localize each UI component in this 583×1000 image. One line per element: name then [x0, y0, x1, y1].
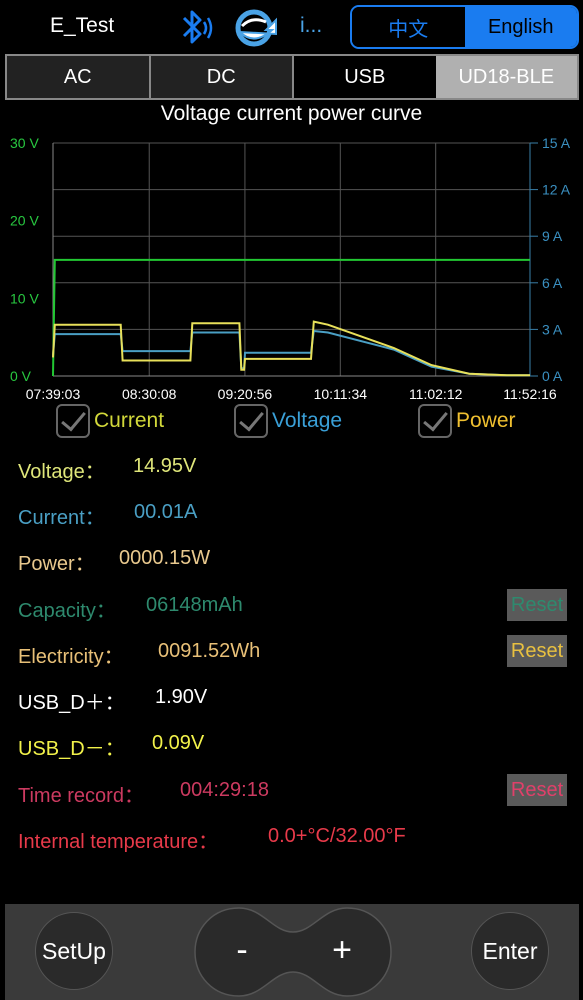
checkbox-box[interactable] [418, 404, 452, 438]
checkbox-power-label: Power [456, 409, 516, 432]
checkbox-voltage-label: Voltage [272, 409, 343, 432]
chart-title: Voltage current power curve [160, 102, 423, 125]
reading-usb-dminus: USB_D－： 0.09V [18, 732, 204, 761]
reading-internal-temperature: Internal temperature： 0.0+°C/32.00°F [18, 825, 406, 854]
electricity-reset-button[interactable]: Reset [507, 635, 567, 667]
power-label: Power： [18, 553, 95, 575]
x-tick-label: 09:20:56 [218, 386, 273, 402]
language-toggle[interactable]: 中文 English [350, 5, 579, 49]
mode-tabs: AC DC USB UD18-BLE [5, 54, 579, 100]
reading-capacity: Capacity： 06148mAh [18, 594, 243, 623]
time-record-label: Time record： [18, 785, 144, 807]
reading-usb-dplus: USB_D＋： 1.90V [18, 686, 207, 715]
checkbox-box[interactable] [56, 404, 90, 438]
x-tick-label: 08:30:08 [122, 386, 177, 402]
reading-power: Power： 0000.15W [18, 547, 210, 576]
reading-current: Current： 00.01A [18, 501, 197, 530]
checkbox-voltage[interactable]: Voltage [234, 404, 342, 438]
voltage-current-power-chart: 07:39:03 08:30:08 09:20:56 10:11:34 11:02:12… [10, 135, 571, 402]
current-label: Current： [18, 507, 105, 529]
device-name-truncated[interactable]: i... [300, 14, 322, 38]
checkbox-power[interactable]: Power [418, 404, 516, 438]
tab-usb[interactable]: USB [294, 56, 436, 98]
x-tick-label: 10:11:34 [314, 386, 368, 402]
x-tick-label: 07:39:03 [26, 386, 81, 402]
y-left-tick-label: 10 V [10, 290, 39, 306]
checkbox-box[interactable] [234, 404, 268, 438]
tab-ud18-ble[interactable]: UD18-BLE [435, 56, 577, 98]
checkbox-current-label: Current [94, 409, 165, 432]
y-left-tick-label: 0 V [10, 368, 32, 384]
tab-dc[interactable]: DC [150, 56, 294, 98]
reading-electricity: Electricity： 0091.52Wh [18, 640, 260, 669]
series-line-current [52, 329, 530, 377]
x-tick-label: 11:02:12 [409, 386, 463, 402]
lang-english-button[interactable]: English [464, 7, 577, 47]
reading-voltage: Voltage： 14.95V [18, 455, 196, 484]
capacity-reset-button[interactable]: Reset [507, 589, 567, 621]
refresh-icon[interactable] [232, 6, 280, 50]
minus-button[interactable]: - [222, 928, 262, 972]
capacity-value: 06148mAh [146, 594, 243, 616]
reading-time-record: Time record： 004:29:18 [18, 779, 269, 808]
internal-temperature-value: 0.0+°C/32.00°F [268, 825, 406, 847]
voltage-value: 14.95V [133, 455, 197, 477]
y-right-tick-label: 15 A [542, 135, 571, 151]
y-left-tick-label: 30 V [10, 135, 39, 151]
chart-series [52, 258, 530, 377]
usb-dminus-value: 0.09V [152, 732, 205, 754]
y-right-tick-label: 0 A [542, 368, 563, 384]
usb-dplus-value: 1.90V [155, 686, 208, 708]
chart-ticks: 07:39:03 08:30:08 09:20:56 10:11:34 11:02:12… [10, 135, 571, 402]
usb-dminus-label: USB_D－： [18, 738, 125, 760]
internal-temperature-label: Internal temperature： [18, 831, 219, 853]
y-right-tick-label: 12 A [542, 182, 571, 198]
checkbox-current[interactable]: Current [56, 404, 164, 438]
bluetooth-icon[interactable] [172, 6, 216, 50]
x-tick-label: 11:52:16 [503, 386, 557, 402]
plus-button[interactable]: + [320, 928, 364, 972]
capacity-label: Capacity： [18, 600, 116, 622]
time-record-value: 004:29:18 [180, 779, 269, 801]
y-left-tick-label: 20 V [10, 213, 39, 229]
y-right-tick-label: 9 A [542, 228, 563, 244]
usb-dplus-label: USB_D＋： [18, 692, 125, 714]
app-title: E_Test [50, 14, 115, 37]
electricity-label: Electricity： [18, 646, 124, 668]
time-record-reset-button[interactable]: Reset [507, 774, 567, 806]
lang-chinese-button[interactable]: 中文 [352, 7, 465, 47]
y-right-tick-label: 6 A [542, 275, 563, 291]
electricity-value: 0091.52Wh [158, 640, 261, 662]
tab-ac[interactable]: AC [7, 56, 151, 98]
enter-button[interactable]: Enter [471, 912, 549, 990]
power-value: 0000.15W [119, 547, 211, 569]
y-right-tick-label: 3 A [542, 321, 563, 337]
setup-button[interactable]: SetUp [35, 912, 113, 990]
voltage-label: Voltage： [18, 461, 105, 483]
current-value: 00.01A [134, 501, 198, 523]
